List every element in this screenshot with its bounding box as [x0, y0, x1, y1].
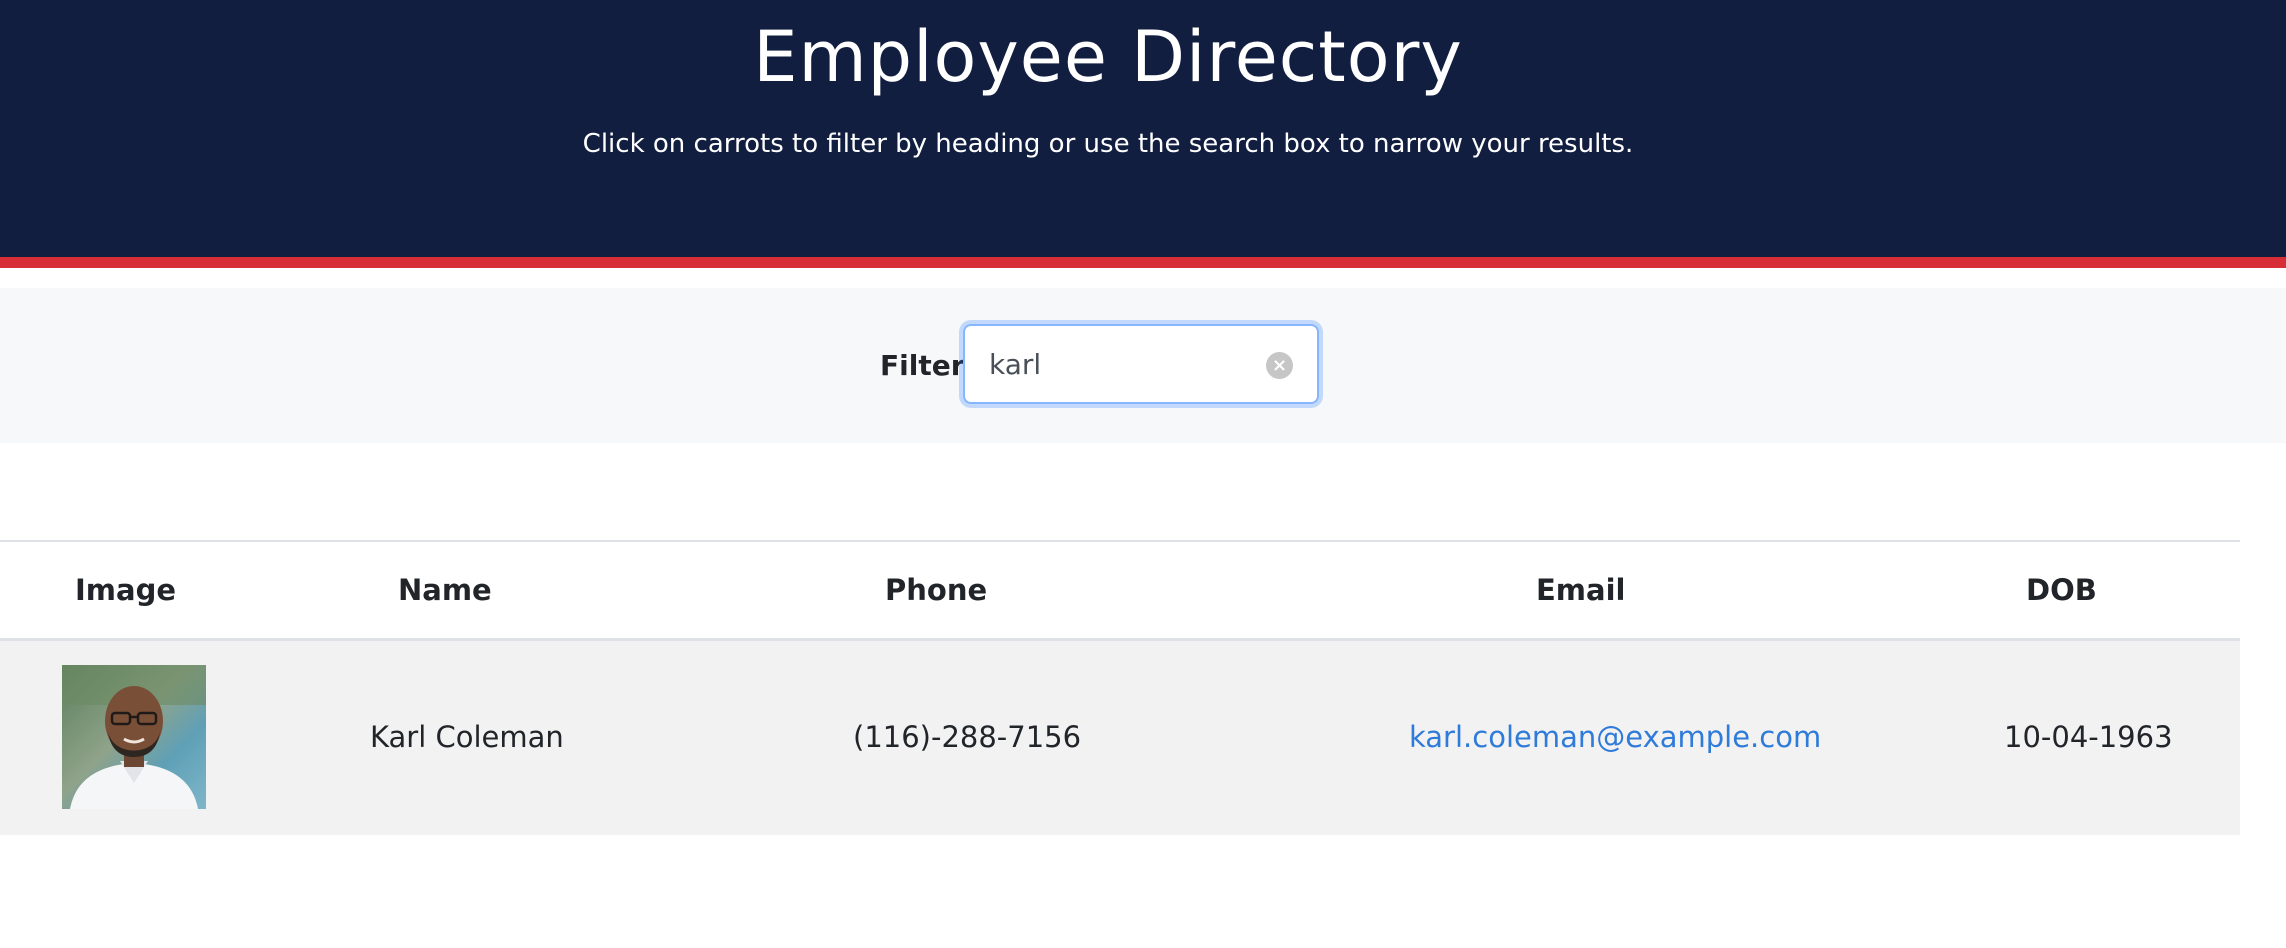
table-header-row: Image Name Phone Email DOB	[0, 540, 2240, 641]
header-accent-stripe	[0, 257, 2286, 268]
filter-label: Filter:	[880, 349, 976, 382]
employee-phone: (116)-288-7156	[853, 720, 1082, 754]
column-header-name[interactable]: Name	[398, 572, 492, 608]
employee-name: Karl Coleman	[370, 720, 564, 754]
employee-photo	[62, 665, 206, 809]
employee-table: Image Name Phone Email DOB Karl Coleman …	[0, 540, 2240, 835]
column-header-email[interactable]: Email	[1536, 572, 1625, 608]
person-photo-icon	[62, 665, 206, 809]
column-header-phone[interactable]: Phone	[885, 572, 987, 608]
table-row: Karl Coleman (116)-288-7156 karl.coleman…	[0, 641, 2240, 835]
column-header-image[interactable]: Image	[75, 572, 176, 608]
clear-search-icon[interactable]: ×	[1266, 352, 1293, 379]
column-header-dob[interactable]: DOB	[2026, 572, 2097, 608]
page-header: Employee Directory Click on carrots to f…	[0, 0, 2286, 257]
page-subtitle: Click on carrots to filter by heading or…	[582, 129, 1634, 159]
page-title: Employee Directory	[753, 16, 1463, 98]
employee-email-link[interactable]: karl.coleman@example.com	[1409, 719, 1821, 755]
employee-dob: 10-04-1963	[2004, 720, 2173, 754]
